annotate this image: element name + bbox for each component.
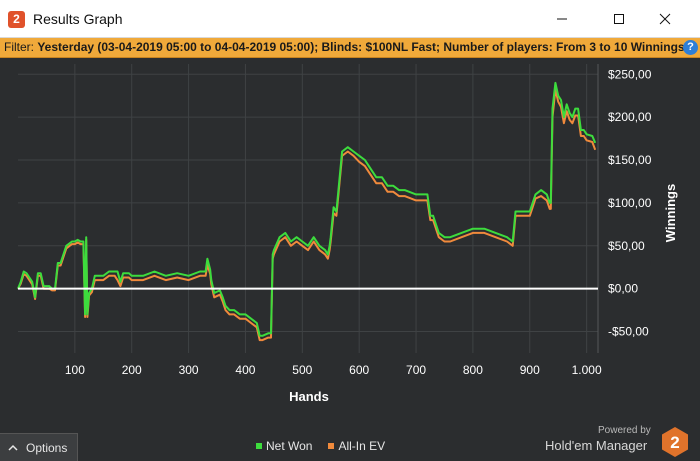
x-tick-label: 600	[349, 363, 369, 377]
grid-layer	[18, 64, 599, 353]
filter-text: Yesterday (03-04-2019 05:00 to 04-04-201…	[37, 40, 685, 54]
options-button[interactable]: Options	[0, 433, 78, 461]
minimize-icon	[557, 18, 567, 20]
y-tick-label: $150,00	[608, 153, 652, 167]
legend-item-net-won[interactable]: Net Won	[256, 439, 312, 453]
y-tick-label: $200,00	[608, 110, 652, 124]
y-tick-label: $100,00	[608, 196, 652, 210]
powered-by-text: Powered by	[598, 425, 651, 436]
y-axis-label: Winnings	[663, 184, 678, 242]
x-tick-label: 300	[179, 363, 199, 377]
maximize-icon	[614, 14, 624, 24]
y-tick-label: -$50,00	[608, 325, 649, 339]
results-graph-window: 2 Results Graph Filter: Yesterday (03-04…	[0, 0, 700, 461]
y-tick-label: $50,00	[608, 239, 645, 253]
results-chart: 100 200 300 400 500 600 700 800 900 1.000 -$50,00 $…	[0, 58, 700, 461]
y-tick-label: $0,00	[608, 282, 638, 296]
close-button[interactable]	[642, 0, 688, 38]
chart-svg: 100 200 300 400 500 600 700 800 900 1.000 -$50,00 $…	[17, 64, 678, 404]
holdem-manager-logo-icon: 2	[662, 427, 688, 457]
series-layer	[17, 81, 598, 342]
net-won-line	[17, 81, 597, 337]
x-tick-label: 1.000	[572, 363, 602, 377]
legend-item-all-in-ev[interactable]: All-In EV	[328, 439, 385, 453]
x-tick-label: 800	[463, 363, 483, 377]
legend-label-net-won: Net Won	[266, 439, 313, 453]
x-tick-label: 700	[406, 363, 426, 377]
brand-name: Hold'em Manager	[545, 438, 648, 453]
y-tick-label: $250,00	[608, 67, 652, 81]
options-label: Options	[26, 440, 68, 455]
close-icon	[659, 13, 671, 25]
legend-label-all-in-ev: All-In EV	[338, 439, 386, 453]
window-title: Results Graph	[33, 11, 123, 27]
x-axis-label: Hands	[289, 389, 329, 404]
legend-swatch-net-won	[256, 443, 262, 449]
filter-prefix: Filter:	[4, 40, 34, 54]
x-tick-label: 100	[65, 363, 85, 377]
app-logo-icon: 2	[8, 11, 25, 28]
title-bar[interactable]: 2 Results Graph	[0, 0, 700, 38]
minimize-button[interactable]	[539, 0, 585, 38]
chart-legend: Net Won All-In EV	[256, 437, 393, 455]
legend-swatch-all-in-ev	[328, 443, 335, 449]
x-tick-label: 900	[520, 363, 540, 377]
all-in-ev-line	[17, 88, 597, 342]
filter-bar[interactable]: Filter: Yesterday (03-04-2019 05:00 to 0…	[0, 38, 700, 58]
x-tick-label: 400	[235, 363, 255, 377]
help-icon[interactable]: ?	[683, 40, 698, 55]
x-tick-label: 200	[122, 363, 142, 377]
x-tick-label: 500	[292, 363, 312, 377]
chevron-up-icon	[8, 444, 18, 451]
maximize-button[interactable]	[596, 0, 642, 38]
brand-logo-glyph: 2	[670, 433, 679, 452]
